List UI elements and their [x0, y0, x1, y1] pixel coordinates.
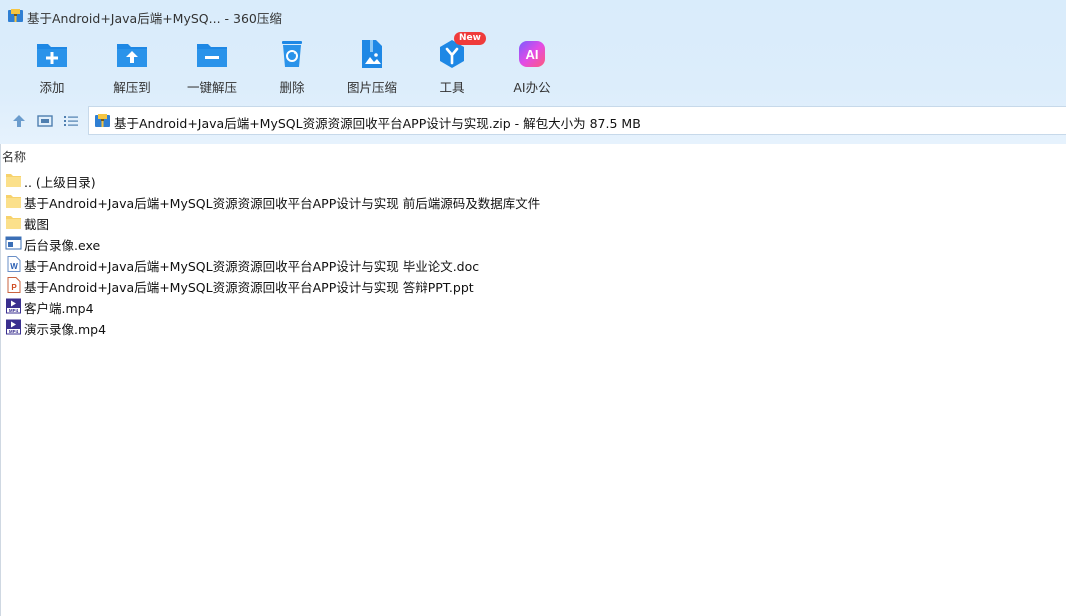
list-item[interactable]: 基于Android+Java后端+MySQL资源资源回收平台APP设计与实现 前…: [5, 190, 705, 211]
extract-to-label: 解压到: [113, 80, 151, 95]
add-button[interactable]: 添加: [12, 38, 92, 98]
svg-text:P: P: [11, 283, 17, 292]
file-name: 基于Android+Java后端+MySQL资源资源回收平台APP设计与实现 答…: [24, 280, 474, 295]
file-name: .. (上级目录): [24, 175, 96, 190]
exe-file-icon: [5, 236, 22, 250]
svg-text:MP4: MP4: [9, 308, 19, 313]
file-list: 名称 .. (上级目录) 基于Android+Java后端+MySQL资源资源回…: [0, 144, 1066, 616]
file-name: 截图: [24, 217, 50, 232]
ai-office-label: AI办公: [513, 80, 551, 95]
video-file-icon: MP4: [6, 298, 21, 314]
list-item[interactable]: P 基于Android+Java后端+MySQL资源资源回收平台APP设计与实现…: [5, 274, 705, 295]
list-item[interactable]: .. (上级目录): [5, 169, 705, 190]
top-panel: 基于Android+Java后端+MySQ... - 360压缩 添加 解压到: [0, 0, 1066, 144]
svg-text:W: W: [10, 262, 18, 271]
svg-text:AI: AI: [526, 47, 539, 62]
delete-recycle-icon: [282, 41, 302, 67]
folder-icon: [6, 195, 21, 208]
file-name: 演示录像.mp4: [24, 322, 107, 337]
file-name: 客户端.mp4: [24, 301, 94, 316]
archive-app-icon: [8, 9, 23, 22]
image-compress-icon: [362, 40, 382, 68]
list-item[interactable]: W 基于Android+Java后端+MySQL资源资源回收平台APP设计与实现…: [5, 253, 705, 274]
window-title: 基于Android+Java后端+MySQ... - 360压缩: [27, 11, 282, 26]
one-click-extract-label: 一键解压: [186, 80, 237, 95]
folder-icon: [6, 174, 21, 187]
video-file-icon: MP4: [6, 319, 21, 335]
file-name: 后台录像.exe: [24, 238, 101, 253]
image-compress-button[interactable]: 图片压缩: [332, 38, 412, 98]
navigation-bar: 基于Android+Java后端+MySQL资源资源回收平台APP设计与实现.z…: [0, 106, 1066, 136]
zip-archive-icon: [95, 114, 110, 127]
one-click-extract-button[interactable]: 一键解压: [172, 38, 252, 98]
address-bar[interactable]: 基于Android+Java后端+MySQL资源资源回收平台APP设计与实现.z…: [88, 106, 1066, 135]
list-item[interactable]: 后台录像.exe: [5, 232, 705, 253]
column-header-name[interactable]: 名称: [2, 148, 26, 165]
ai-office-icon: AI: [519, 41, 545, 67]
up-arrow-icon[interactable]: [10, 112, 28, 130]
add-label: 添加: [39, 80, 65, 95]
ai-office-button[interactable]: AI AI办公: [492, 38, 572, 98]
delete-button[interactable]: 删除: [252, 38, 332, 98]
file-name: 基于Android+Java后端+MySQL资源资源回收平台APP设计与实现 前…: [24, 196, 541, 211]
list-item[interactable]: MP4 客户端.mp4: [5, 295, 705, 316]
image-compress-label: 图片压缩: [346, 80, 397, 95]
list-view-icon[interactable]: [62, 112, 80, 130]
app-window: 基于Android+Java后端+MySQ... - 360压缩 添加 解压到: [0, 0, 1066, 616]
extract-to-button[interactable]: 解压到: [92, 38, 172, 98]
extract-to-icon: [117, 44, 147, 67]
list-item[interactable]: MP4 演示录像.mp4: [5, 316, 705, 337]
title-bar: 基于Android+Java后端+MySQ... - 360压缩: [0, 0, 1066, 32]
word-doc-icon: W: [7, 256, 21, 272]
thumbnail-view-icon[interactable]: [36, 112, 54, 130]
archive-path: 基于Android+Java后端+MySQL资源资源回收平台APP设计与实现.z…: [114, 116, 641, 131]
file-name: 基于Android+Java后端+MySQL资源资源回收平台APP设计与实现 毕…: [24, 259, 480, 274]
tools-label: 工具: [439, 80, 465, 95]
svg-text:MP4: MP4: [9, 329, 19, 334]
powerpoint-file-icon: P: [7, 277, 21, 293]
folder-icon: [6, 216, 21, 229]
list-item[interactable]: 截图: [5, 211, 705, 232]
add-folder-icon: [37, 44, 67, 67]
tools-button[interactable]: 工具: [412, 38, 492, 98]
one-click-extract-icon: [197, 44, 227, 67]
delete-label: 删除: [279, 80, 305, 95]
new-badge: New: [454, 32, 486, 45]
